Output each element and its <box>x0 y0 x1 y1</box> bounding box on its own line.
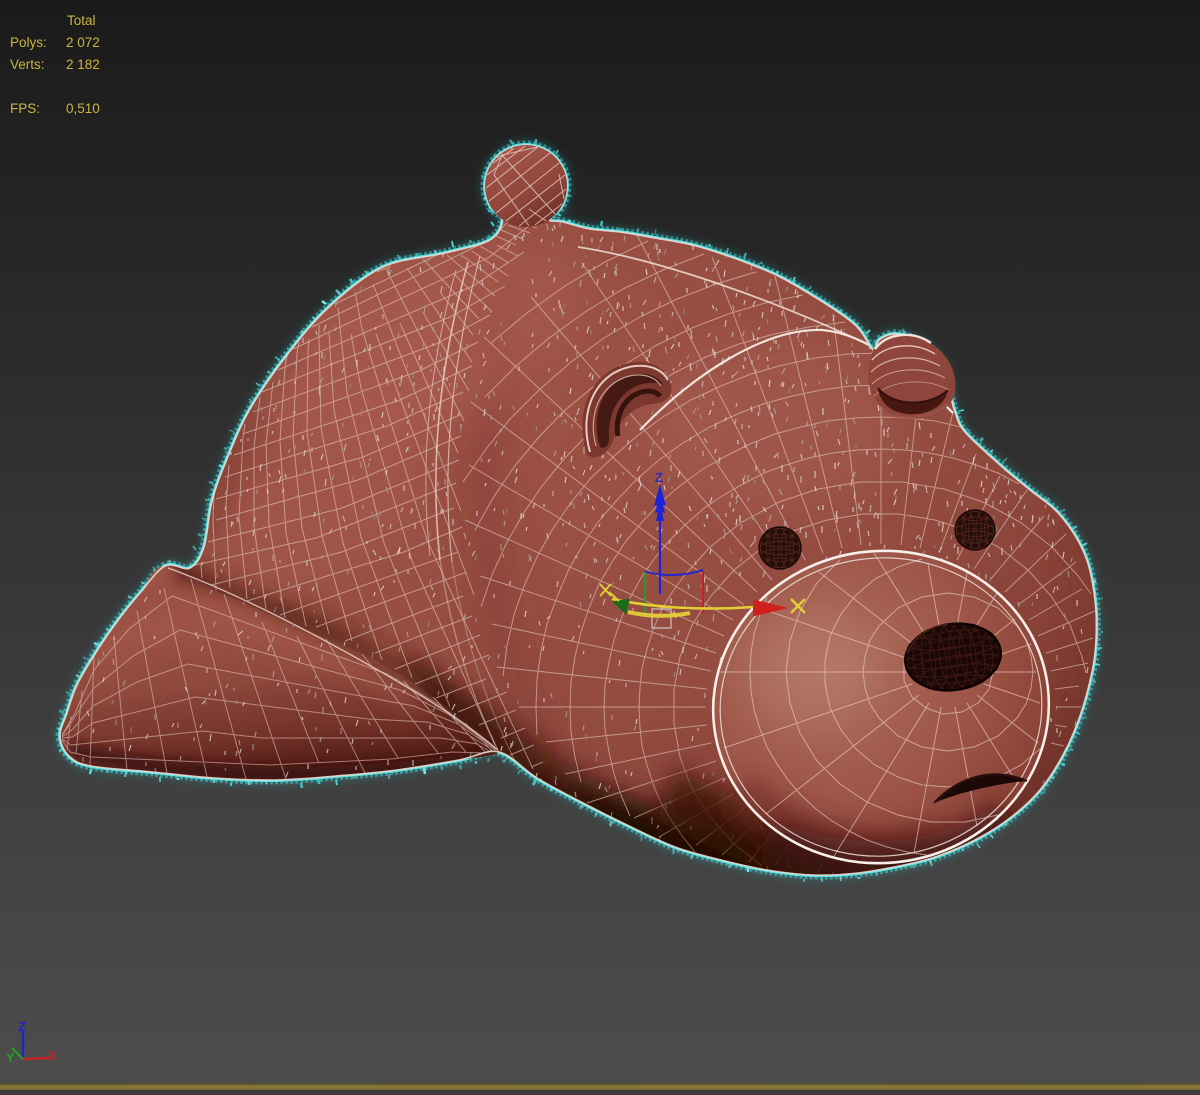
svg-text:Z: Z <box>18 1019 26 1034</box>
svg-text:X: X <box>48 1048 57 1063</box>
svg-text:Y: Y <box>6 1050 15 1065</box>
svg-text:Verts:: Verts: <box>10 57 45 72</box>
svg-text:2 182: 2 182 <box>66 57 100 72</box>
svg-text:FPS:: FPS: <box>10 101 40 116</box>
svg-text:Total: Total <box>67 13 96 28</box>
svg-text:Z: Z <box>655 470 663 485</box>
svg-text:2 072: 2 072 <box>66 35 100 50</box>
svg-text:0,510: 0,510 <box>66 101 100 116</box>
svg-text:Polys:: Polys: <box>10 35 47 50</box>
